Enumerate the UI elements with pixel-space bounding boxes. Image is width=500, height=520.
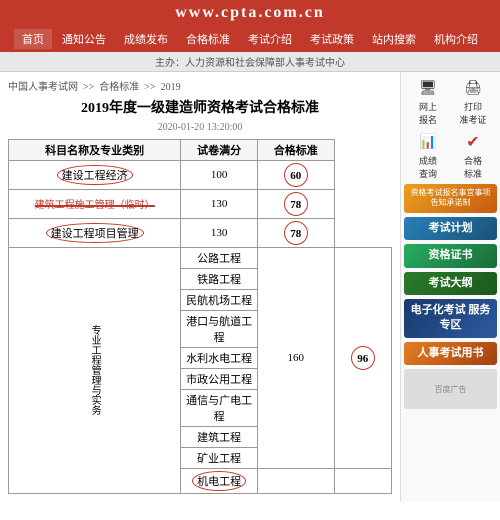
sidebar-banner-electronic[interactable]: 电子化考试 服务专区 (404, 299, 497, 338)
nav-item-standard[interactable]: 合格标准 (178, 29, 238, 49)
sidebar-label-standard: 合格标准 (464, 154, 482, 180)
subject-cell: 公路工程 (181, 247, 258, 268)
breadcrumb-home[interactable]: 中国人事考试网 (8, 82, 78, 93)
breadcrumb-year[interactable]: 2019 (161, 82, 181, 93)
subject-cell: 民航机场工程 (181, 289, 258, 310)
subject-cell-crossed: 建筑工程施工管理（临时） (9, 189, 181, 218)
sidebar-banner-books-title: 人事考试用书 (407, 346, 494, 361)
sidebar-banner-cert-title: 资格证书 (407, 248, 494, 263)
sidebar-banner-books[interactable]: 人事考试用书 (404, 342, 497, 365)
score-cell: 130 (181, 189, 258, 218)
table-header-pass: 合格标准 (257, 139, 334, 160)
nav-item-search[interactable]: 站内搜索 (364, 29, 424, 49)
score-cell: 100 (181, 160, 258, 189)
article-date: 2020-01-20 13:20:00 (8, 122, 392, 133)
sidebar-score-query[interactable]: 📊 成绩查询 (407, 130, 449, 180)
table-row: 建设工程经济 100 60 (9, 160, 392, 189)
table-row: 专业工程管理与实务 公路工程 160 96 (9, 247, 392, 268)
site-url: www.cpta.com.cn (175, 4, 325, 21)
sidebar-online-register[interactable]: 🖥 网上报名 (407, 76, 449, 126)
subject-label-circled: 建设工程项目管理 (46, 223, 144, 243)
pass-circle: 96 (351, 346, 375, 370)
sidebar-banner-exam-notice[interactable]: 资格考试报名事宜事项告知承诺制 (404, 184, 497, 213)
table-row: 建筑工程施工管理（临时） 130 78 (9, 189, 392, 218)
nav-item-org[interactable]: 机构介绍 (426, 29, 486, 49)
pass-cell (334, 468, 391, 493)
sidebar-pass-standard[interactable]: ✔ 合格标准 (452, 130, 494, 180)
sidebar-banner-exam-notice-text: 资格考试报名事宜事项告知承诺制 (411, 188, 491, 207)
sidebar-banner-electronic-title: 电子化考试 服务专区 (407, 303, 494, 334)
score-cell (257, 468, 334, 493)
sidebar-print-ticket[interactable]: 🖨 打印准考证 (452, 76, 494, 126)
exam-table: 科目名称及专业类别 试卷满分 合格标准 建设工程经济 100 60 (8, 139, 392, 494)
pass-circle: 78 (284, 221, 308, 245)
sidebar-icon-row-1: 🖥 网上报名 🖨 打印准考证 (404, 76, 497, 126)
subject-cell: 建设工程经济 (9, 160, 181, 189)
breadcrumb-standard[interactable]: 合格标准 (99, 82, 139, 93)
nav-item-intro[interactable]: 考试介绍 (240, 29, 300, 49)
sidebar-banner-syllabus[interactable]: 考试大纲 (404, 272, 497, 295)
sidebar-icon-row-2: 📊 成绩查询 ✔ 合格标准 (404, 130, 497, 180)
sidebar-label-print: 打印准考证 (459, 100, 486, 126)
subject-cell: 水利水电工程 (181, 347, 258, 368)
table-row: 建设工程项目管理 130 78 (9, 218, 392, 247)
score-cell-rowspan: 160 (257, 247, 334, 468)
pass-cell-rowspan: 96 (334, 247, 391, 468)
article-title: 2019年度一级建造师资格考试合格标准 (8, 99, 392, 119)
subject-label-crossed: 建筑工程施工管理（临时） (35, 200, 155, 211)
pass-cell: 78 (257, 189, 334, 218)
sidebar-banner-plan-title: 考试计划 (407, 221, 494, 236)
pass-cell: 78 (257, 218, 334, 247)
right-sidebar: 🖥 网上报名 🖨 打印准考证 📊 成绩查询 ✔ 合格标准 资格考试报名事宜事项告… (400, 72, 500, 502)
subject-cell: 铁路工程 (181, 268, 258, 289)
sub-banner: 主办：人力资源和社会保障部人事考试中心 (0, 52, 500, 72)
breadcrumb: 中国人事考试网 >> 合格标准 >> 2019 (8, 78, 392, 93)
subject-cell: 港口与航道工程 (181, 310, 258, 347)
site-url-banner: www.cpta.com.cn (0, 0, 500, 26)
computer-icon: 🖥 (413, 76, 443, 100)
pass-circle: 60 (284, 163, 308, 187)
left-content: 中国人事考试网 >> 合格标准 >> 2019 2019年度一级建造师资格考试合… (0, 72, 400, 502)
pass-cell: 60 (257, 160, 334, 189)
nav-item-policy[interactable]: 考试政策 (302, 29, 362, 49)
subject-cell: 建设工程项目管理 (9, 218, 181, 247)
sidebar-label-score: 成绩查询 (419, 154, 437, 180)
sidebar-banner-cert[interactable]: 资格证书 (404, 244, 497, 267)
table-header-score: 试卷满分 (181, 139, 258, 160)
nav-item-score[interactable]: 成绩发布 (116, 29, 176, 49)
check-icon: ✔ (458, 130, 488, 154)
main-area: 中国人事考试网 >> 合格标准 >> 2019 2019年度一级建造师资格考试合… (0, 72, 500, 502)
category-label: 专业工程管理与实务 (9, 247, 181, 493)
sub-banner-text: 主办：人力资源和社会保障部人事考试中心 (155, 58, 345, 69)
subject-cell: 市政公用工程 (181, 368, 258, 389)
subject-cell: 建筑工程 (181, 426, 258, 447)
score-cell: 130 (181, 218, 258, 247)
chart-icon: 📊 (413, 130, 443, 154)
sidebar-banner-syllabus-title: 考试大纲 (407, 276, 494, 291)
subject-cell: 机电工程 (181, 468, 258, 493)
nav-item-home[interactable]: 首页 (14, 29, 52, 49)
table-header-subject: 科目名称及专业类别 (9, 139, 181, 160)
sidebar-ad-text: 百度广告 (435, 384, 467, 395)
nav-bar: 首页 通知公告 成绩发布 合格标准 考试介绍 考试政策 站内搜索 机构介绍 (0, 26, 500, 52)
pass-circle: 78 (284, 192, 308, 216)
subject-cell: 矿业工程 (181, 447, 258, 468)
subject-cell: 通信与广电工程 (181, 389, 258, 426)
sidebar-label-register: 网上报名 (419, 100, 437, 126)
subject-label-circled: 建设工程经济 (57, 165, 133, 185)
printer-icon: 🖨 (458, 76, 488, 100)
subject-label-circled-mechanic: 机电工程 (192, 471, 246, 491)
sidebar-banner-plan[interactable]: 考试计划 (404, 217, 497, 240)
nav-item-notice[interactable]: 通知公告 (54, 29, 114, 49)
sidebar-ad-image: 百度广告 (404, 369, 497, 409)
